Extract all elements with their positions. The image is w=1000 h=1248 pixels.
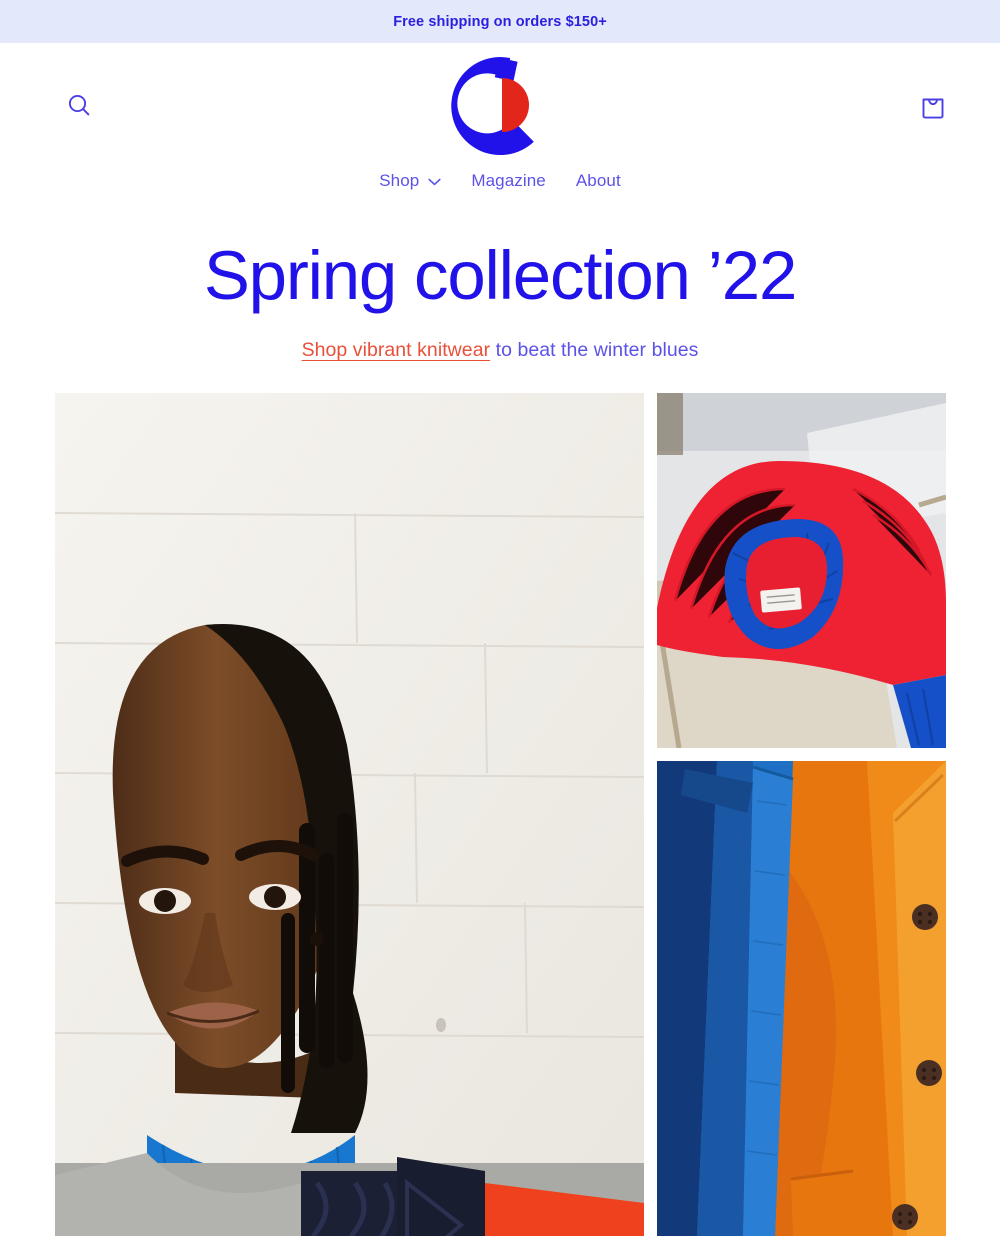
gallery-column-left <box>55 393 644 1237</box>
product-image-orange-cardigan[interactable] <box>657 761 946 1237</box>
nav-item-label: About <box>575 171 621 190</box>
main-navigation: Shop Magazine About <box>0 160 1000 202</box>
hero-subtitle-rest: to beat the winter blues <box>490 339 699 362</box>
nav-item-magazine[interactable]: Magazine <box>471 171 546 191</box>
nav-item-about[interactable]: About <box>576 171 621 191</box>
announcement-bar: Free shipping on orders $150+ <box>0 0 1000 43</box>
announcement-text: Free shipping on orders $150+ <box>393 13 607 30</box>
hero-image-model-patchwork-sweater[interactable] <box>55 393 644 1237</box>
hero-image-gallery <box>0 393 1000 1237</box>
gallery-column-right <box>657 393 946 1237</box>
nav-item-label: Shop <box>379 171 420 190</box>
cart-button[interactable] <box>911 83 955 127</box>
shop-knitwear-link[interactable]: Shop vibrant knitwear <box>302 339 491 361</box>
hero-subtitle: Shop vibrant knitwear to beat the winter… <box>0 339 1000 362</box>
page-title: Spring collection ’22 <box>203 237 798 314</box>
site-header <box>0 43 1000 166</box>
brand-logo-link[interactable] <box>445 51 555 159</box>
search-icon <box>66 92 92 118</box>
nav-item-label: Magazine <box>471 171 546 190</box>
cart-icon <box>920 91 946 119</box>
chevron-down-icon <box>428 171 441 191</box>
search-button[interactable] <box>57 83 101 127</box>
nav-item-shop[interactable]: Shop <box>379 171 441 191</box>
brand-logo <box>451 56 534 155</box>
product-image-red-sweater-flatlay[interactable] <box>657 393 946 749</box>
